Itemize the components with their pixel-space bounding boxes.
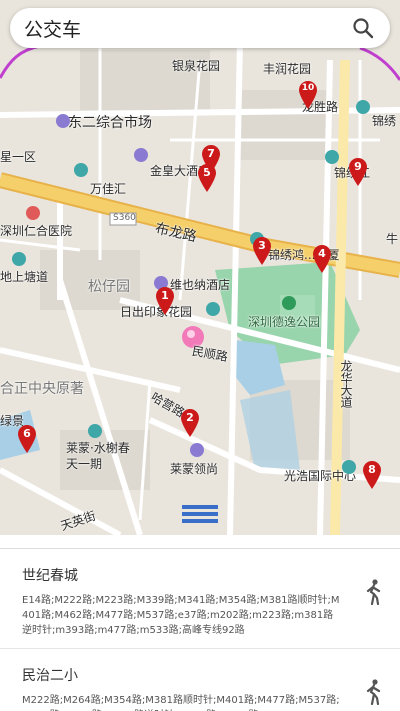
place-label: 维也纳酒店 <box>170 278 231 292</box>
search-bar[interactable]: 公交车 <box>10 8 390 48</box>
marker-number: 3 <box>258 239 266 252</box>
place-label: 莱蒙·水榭春天一期 <box>66 441 130 471</box>
poi-icon <box>342 460 356 474</box>
bus-stop-marker[interactable]: 10 <box>297 80 319 110</box>
list-item[interactable]: 民治二小 M222路;M264路;M354路;M381路顺时针;M401路;M4… <box>0 649 400 711</box>
place-label: 莱蒙领尚 <box>170 462 219 476</box>
page-title: 公交车 <box>24 18 82 41</box>
place-label: 丰润花园 <box>263 62 312 76</box>
marker-number: 9 <box>354 160 362 173</box>
place-label: 银泉花园 <box>172 59 221 73</box>
walk-icon[interactable] <box>364 579 384 606</box>
market-icon <box>56 114 70 128</box>
marker-number: 8 <box>368 463 376 476</box>
stop-list[interactable]: 世纪春城 E14路;M222路;M223路;M339路;M341路;M354路;… <box>0 548 400 711</box>
marker-number: 2 <box>186 411 194 424</box>
search-icon[interactable] <box>350 15 376 41</box>
bus-stop-marker[interactable]: 1 <box>154 286 176 316</box>
bus-stop-marker[interactable]: 2 <box>179 408 201 438</box>
poi-icon <box>325 150 339 164</box>
place-label: 星一区 <box>0 150 37 164</box>
place-label: 深圳德逸公园 <box>248 315 321 329</box>
list-item[interactable]: 世纪春城 E14路;M222路;M223路;M339路;M341路;M354路;… <box>0 549 400 649</box>
poi-icon <box>12 252 26 266</box>
map-view[interactable]: 公交车 银泉花园 丰润花园 东二综合市场 金皇大酒店 锦绣江 锦绣 万佳汇 星一… <box>0 0 400 535</box>
stop-name: 民治二小 <box>22 668 78 684</box>
stop-routes: E14路;M222路;M223路;M339路;M341路;M354路;M381路… <box>22 595 340 636</box>
place-label: 地上塘道 <box>0 270 49 284</box>
hotel-icon <box>134 148 148 162</box>
bus-stop-marker[interactable]: 4 <box>311 244 333 274</box>
park-icon <box>282 296 296 310</box>
bus-stop-marker[interactable]: 6 <box>16 424 38 454</box>
place-label: 合正中央原著 <box>0 381 84 397</box>
place-label: 深圳仁合医院 <box>0 224 73 238</box>
marker-number: 10 <box>301 83 315 93</box>
place-label: 松仔园 <box>88 279 130 295</box>
place-label: 万佳汇 <box>90 182 127 196</box>
poi-icon <box>356 100 370 114</box>
list-toggle-icon[interactable] <box>182 504 218 524</box>
marker-number: 7 <box>207 147 215 160</box>
shopping-icon <box>190 443 204 457</box>
walk-icon[interactable] <box>364 679 384 706</box>
bus-stop-marker[interactable]: 3 <box>251 236 273 266</box>
marker-number: 1 <box>161 289 169 302</box>
road-label: S360 <box>113 213 136 223</box>
place-label: 锦绣 <box>372 114 397 128</box>
place-label: 东二综合市场 <box>68 115 152 131</box>
bus-stop-marker[interactable]: 7 <box>200 144 222 174</box>
road-label: 龙华大道 <box>339 360 353 408</box>
stop-routes: M222路;M264路;M354路;M381路顺时针;M401路;M477路;M… <box>22 695 340 711</box>
poi-icon <box>206 302 220 316</box>
marker-number: 4 <box>318 247 326 260</box>
poi-icon <box>74 163 88 177</box>
poi-icon <box>88 424 102 438</box>
stop-name: 世纪春城 <box>22 568 78 584</box>
hospital-icon <box>26 206 40 220</box>
marker-number: 6 <box>23 427 31 440</box>
bus-stop-marker[interactable]: 9 <box>347 157 369 187</box>
place-label: 牛 <box>386 232 399 246</box>
bus-stop-marker[interactable]: 8 <box>361 460 383 490</box>
